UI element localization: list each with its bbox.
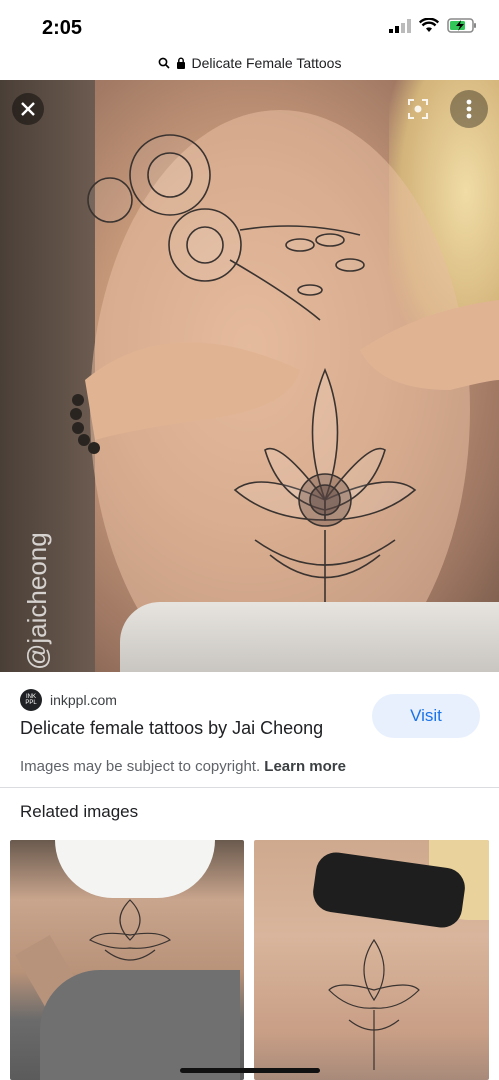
search-icon xyxy=(158,57,170,69)
related-images-heading: Related images xyxy=(20,802,139,821)
related-image-2[interactable] xyxy=(254,840,489,1080)
copyright-text: Images may be subject to copyright. xyxy=(20,758,261,775)
favicon-text: INK PPL xyxy=(25,694,37,706)
thumb-tattoo xyxy=(88,899,172,961)
lens-icon xyxy=(408,99,428,119)
result-title[interactable]: Delicate female tattoos by Jai Cheong xyxy=(20,718,323,739)
divider xyxy=(0,787,499,788)
image-shorts xyxy=(120,602,499,672)
status-time: 2:05 xyxy=(42,17,83,39)
more-options-button[interactable] xyxy=(450,90,488,128)
close-button[interactable] xyxy=(12,93,44,125)
visit-button[interactable]: Visit xyxy=(372,694,480,738)
close-icon xyxy=(21,102,35,116)
status-icons xyxy=(389,18,477,33)
lens-button[interactable] xyxy=(402,93,434,125)
source-domain[interactable]: inkppl.com xyxy=(50,692,117,708)
copyright-notice: Images may be subject to copyright. Lear… xyxy=(20,758,346,775)
wifi-icon xyxy=(419,18,439,32)
lock-icon xyxy=(176,57,185,69)
thumb-tattoo xyxy=(328,938,420,1070)
tattoo-illustration xyxy=(70,110,499,672)
main-image[interactable]: @jaicheong xyxy=(0,80,499,672)
source-favicon: INK PPL xyxy=(20,689,42,711)
url-bar[interactable]: Delicate Female Tattoos xyxy=(0,46,499,80)
status-bar: 2:05 xyxy=(0,0,499,46)
signal-icon xyxy=(389,18,411,33)
more-vert-icon xyxy=(466,99,472,119)
image-watermark: @jaicheong xyxy=(22,532,52,670)
source-row[interactable]: INK PPL inkppl.com xyxy=(20,689,117,711)
home-indicator[interactable] xyxy=(180,1068,320,1073)
related-image-1[interactable] xyxy=(10,840,244,1080)
battery-icon xyxy=(447,18,476,33)
learn-more-link[interactable]: Learn more xyxy=(264,758,346,775)
page-title: Delicate Female Tattoos xyxy=(191,55,342,71)
